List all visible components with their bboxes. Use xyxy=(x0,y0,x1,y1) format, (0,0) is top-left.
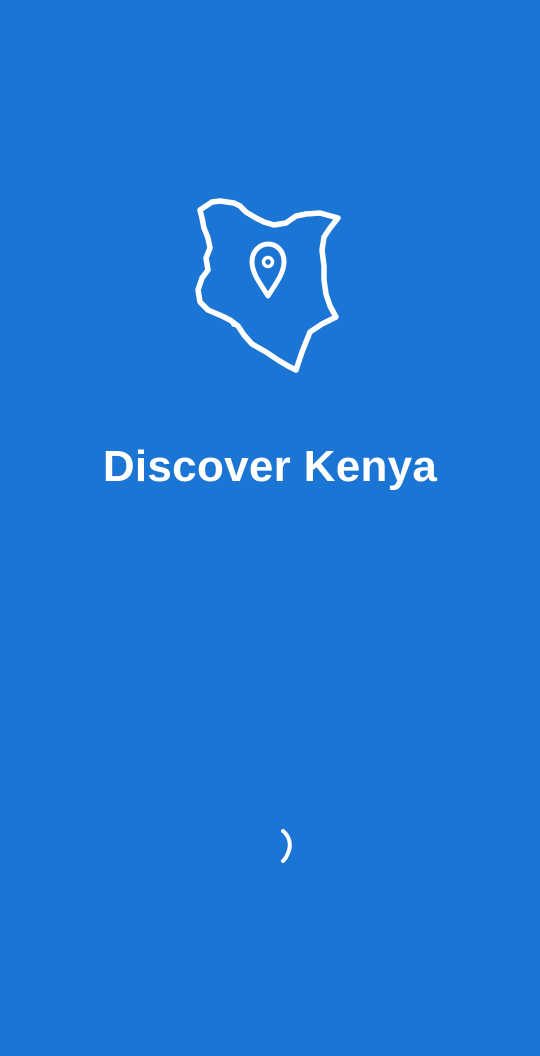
loading-spinner-icon xyxy=(252,823,300,871)
app-title: Discover Kenya xyxy=(102,442,438,491)
splash-screen: Discover Kenya xyxy=(0,0,540,1056)
kenya-map-pin-icon xyxy=(190,192,350,382)
